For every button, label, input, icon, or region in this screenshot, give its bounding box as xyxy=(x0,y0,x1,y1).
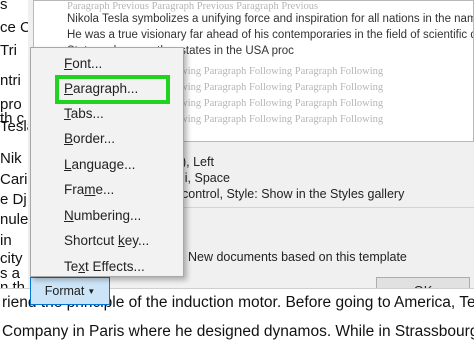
document-text-line: Company in Paris where he designed dynam… xyxy=(2,323,474,340)
document-text-line: Nik xyxy=(0,150,22,167)
menu-item-language[interactable]: Language... xyxy=(64,157,135,172)
document-text-line: Tesla xyxy=(0,118,28,135)
style-description-line: control, Style: Show in the Styles galle… xyxy=(182,187,405,201)
document-text-line: nule xyxy=(0,211,28,228)
document-text-line: s xyxy=(0,0,8,13)
document-text-line: e Dj xyxy=(0,191,27,208)
chevron-down-icon: ▼ xyxy=(87,287,96,296)
format-button-label: Format xyxy=(44,284,85,298)
document-text-line: ce Ce xyxy=(0,19,28,36)
document-text-line: Tri xyxy=(0,42,17,59)
paragraph-highlight-box xyxy=(55,75,170,104)
preview-sample-line: He was a true visionary far ahead of his… xyxy=(67,29,473,41)
menu-item-text-effects[interactable]: Text Effects... xyxy=(64,259,145,274)
menu-item-border[interactable]: Border... xyxy=(64,131,115,146)
menu-item-frame[interactable]: Frame... xyxy=(64,182,114,197)
document-text-line: ntri xyxy=(0,72,21,89)
new-documents-template-label[interactable]: New documents based on this template xyxy=(188,250,407,264)
document-text-line: in xyxy=(0,232,12,249)
dialog-divider xyxy=(182,207,474,208)
menu-item-tabs[interactable]: Tabs... xyxy=(64,106,104,121)
menu-item-shortcut-key[interactable]: Shortcut key... xyxy=(64,233,149,248)
menu-item-font[interactable]: Font... xyxy=(64,56,102,71)
format-button[interactable]: Format ▼ xyxy=(30,277,110,305)
document-text-line: Cari xyxy=(0,171,28,188)
preview-sample-line: Nikola Tesla symbolizes a unifying force… xyxy=(67,13,473,25)
style-description-line: li, Space xyxy=(182,171,230,185)
format-menu: Font... Paragraph... Tabs... Border... L… xyxy=(30,47,184,277)
preview-previous-paragraph: Paragraph Previous Paragraph Previous Pa… xyxy=(67,1,319,12)
style-description-line: ), Left xyxy=(182,155,214,169)
document-left-strip: s ce Ce Tri ntri pro th c Tesla Nik Cari… xyxy=(0,0,28,290)
menu-item-numbering[interactable]: Numbering... xyxy=(64,208,141,223)
